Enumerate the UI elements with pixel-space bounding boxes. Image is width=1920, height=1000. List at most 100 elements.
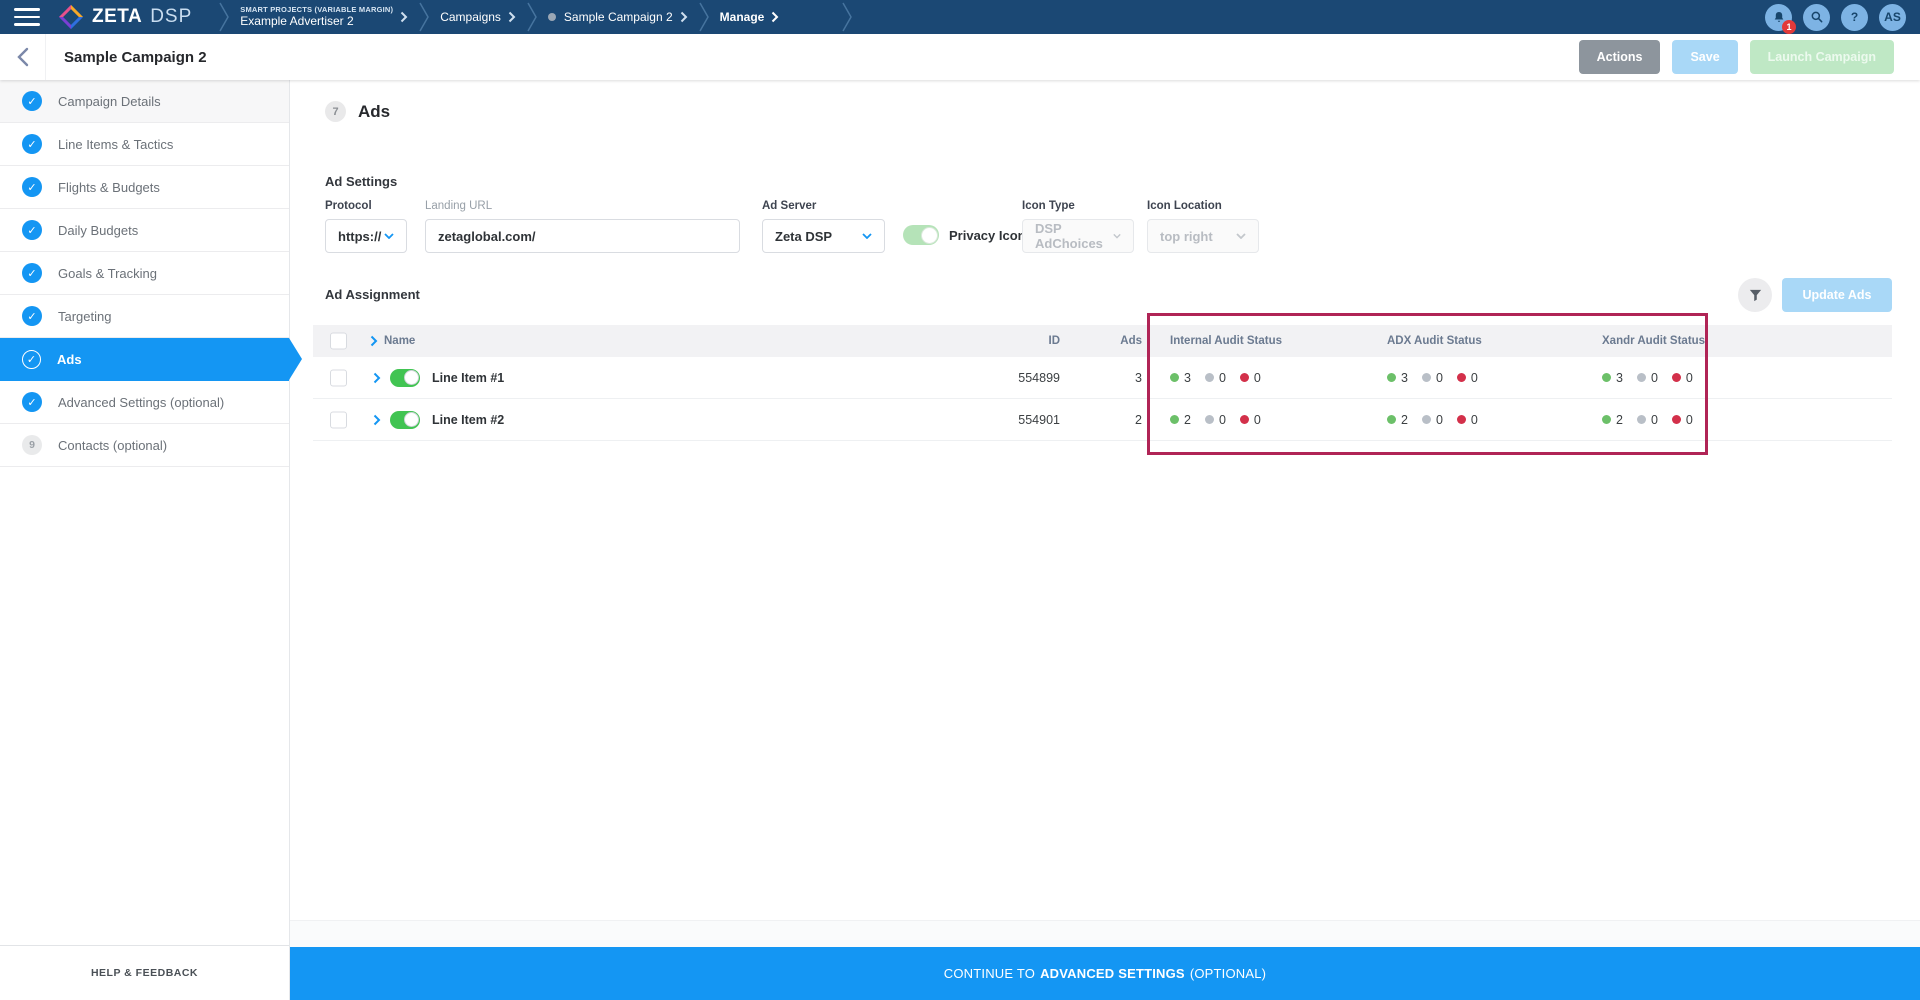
search-icon — [1810, 10, 1824, 24]
zeta-dsp-logo[interactable]: ZETA DSP — [58, 4, 192, 30]
user-avatar[interactable]: AS — [1879, 4, 1906, 31]
sidebar-item-flights-budgets[interactable]: ✓ Flights & Budgets — [0, 166, 289, 209]
breadcrumb-manage[interactable]: Manage — [720, 10, 780, 24]
actions-button[interactable]: Actions — [1579, 40, 1661, 74]
sidebar-item-targeting[interactable]: ✓ Targeting — [0, 295, 289, 338]
sidebar-item-label: Line Items & Tactics — [58, 137, 173, 152]
adx-audit-status: 2 0 0 — [1387, 413, 1478, 427]
zeta-diamond-icon — [58, 4, 84, 30]
approved-count: 3 — [1401, 371, 1408, 385]
in-review-dot-icon — [1205, 415, 1214, 424]
expand-all-icon[interactable] — [370, 335, 378, 347]
save-button[interactable]: Save — [1672, 40, 1737, 74]
notification-badge: 1 — [1782, 20, 1796, 34]
breadcrumb-advertiser[interactable]: SMART PROJECTS (VARIABLE MARGIN) Example… — [240, 5, 408, 28]
breadcrumb-campaigns[interactable]: Campaigns — [440, 10, 516, 24]
step-check-icon: ✓ — [22, 263, 42, 283]
rejected-dot-icon — [1672, 373, 1681, 382]
rejected-count: 0 — [1686, 371, 1693, 385]
select-all-checkbox[interactable] — [330, 333, 347, 350]
sidebar-item-daily-budgets[interactable]: ✓ Daily Budgets — [0, 209, 289, 252]
approved-count: 2 — [1616, 413, 1623, 427]
internal-audit-status: 2 0 0 — [1170, 413, 1261, 427]
line-item-name[interactable]: Line Item #1 — [432, 371, 504, 385]
sidebar-item-label: Targeting — [58, 309, 111, 324]
help-button[interactable]: ? — [1841, 4, 1868, 31]
sidebar-item-contacts[interactable]: 9 Contacts (optional) — [0, 424, 289, 467]
table-row-line-item-1: Line Item #1 554899 3 3 0 0 3 0 0 — [313, 357, 1892, 399]
approved-count: 2 — [1184, 413, 1191, 427]
line-item-enabled-toggle[interactable] — [390, 411, 420, 429]
column-header-internal-audit[interactable]: Internal Audit Status — [1170, 335, 1282, 347]
step-check-icon: ✓ — [22, 392, 42, 412]
chevron-right-icon — [400, 11, 408, 23]
update-ads-button[interactable]: Update Ads — [1782, 278, 1892, 312]
app-window: ZETA DSP SMART PROJECTS (VARIABLE MARGIN… — [0, 0, 1920, 1000]
icon-type-select: DSP AdChoices — [1022, 219, 1134, 253]
line-item-name[interactable]: Line Item #2 — [432, 413, 504, 427]
icon-location-value: top right — [1160, 229, 1213, 244]
breadcrumb-campaigns-label: Campaigns — [440, 10, 501, 24]
rejected-count: 0 — [1471, 371, 1478, 385]
ad-settings-section-label: Ad Settings — [325, 174, 397, 189]
filter-button[interactable] — [1738, 278, 1772, 312]
protocol-field: Protocol https:// — [325, 200, 407, 253]
in-review-count: 0 — [1651, 413, 1658, 427]
protocol-value: https:// — [338, 229, 381, 244]
landing-url-input[interactable] — [425, 219, 740, 253]
column-header-adx-audit[interactable]: ADX Audit Status — [1387, 335, 1482, 347]
step-check-icon: ✓ — [22, 91, 42, 111]
column-header-name[interactable]: Name — [384, 335, 415, 347]
breadcrumb-campaign[interactable]: Sample Campaign 2 — [548, 10, 688, 24]
sidebar-item-line-items-tactics[interactable]: ✓ Line Items & Tactics — [0, 123, 289, 166]
rejected-count: 0 — [1686, 413, 1693, 427]
line-item-enabled-toggle[interactable] — [390, 369, 420, 387]
approved-dot-icon — [1602, 415, 1611, 424]
continue-prefix: CONTINUE TO — [944, 966, 1035, 981]
in-review-dot-icon — [1637, 415, 1646, 424]
icon-location-select: top right — [1147, 219, 1259, 253]
in-review-count: 0 — [1219, 413, 1226, 427]
breadcrumb-separator-icon — [841, 0, 853, 34]
row-expand-icon[interactable] — [373, 372, 381, 384]
sidebar-item-label: Goals & Tracking — [58, 266, 157, 281]
adx-audit-status: 3 0 0 — [1387, 371, 1478, 385]
step-title: Ads — [358, 102, 390, 122]
column-header-xandr-audit[interactable]: Xandr Audit Status — [1602, 335, 1705, 347]
sidebar-item-goals-tracking[interactable]: ✓ Goals & Tracking — [0, 252, 289, 295]
approved-dot-icon — [1387, 415, 1396, 424]
question-mark-icon: ? — [1851, 10, 1858, 24]
chevron-down-icon — [1113, 233, 1121, 239]
hamburger-menu-icon[interactable] — [14, 8, 40, 26]
continue-suffix: (OPTIONAL) — [1190, 966, 1266, 981]
sidebar-item-campaign-details[interactable]: ✓ Campaign Details — [0, 80, 289, 123]
back-button[interactable] — [0, 34, 46, 80]
sidebar-item-label: Contacts (optional) — [58, 438, 167, 453]
campaign-steps-sidebar: ✓ Campaign Details ✓ Line Items & Tactic… — [0, 80, 290, 1000]
line-item-ads-count: 2 — [1022, 413, 1142, 427]
column-header-ads[interactable]: Ads — [1022, 335, 1142, 347]
sidebar-item-ads[interactable]: ✓ Ads — [0, 338, 289, 381]
approved-dot-icon — [1170, 373, 1179, 382]
xandr-audit-status: 3 0 0 — [1602, 371, 1693, 385]
chevron-right-icon — [680, 11, 688, 23]
row-expand-icon[interactable] — [373, 414, 381, 426]
landing-url-label: Landing URL — [425, 200, 740, 212]
line-item-ads-count: 3 — [1022, 371, 1142, 385]
ad-server-select[interactable]: Zeta DSP — [762, 219, 885, 253]
row-checkbox[interactable] — [330, 411, 347, 428]
rejected-dot-icon — [1240, 373, 1249, 382]
chevron-right-icon — [771, 11, 779, 23]
privacy-icon-toggle[interactable] — [903, 225, 939, 245]
notifications-button[interactable]: 1 — [1765, 4, 1792, 31]
continue-button[interactable]: CONTINUE TO ADVANCED SETTINGS (OPTIONAL) — [290, 947, 1920, 1000]
sidebar-item-label: Advanced Settings (optional) — [58, 395, 224, 410]
launch-campaign-button[interactable]: Launch Campaign — [1750, 40, 1894, 74]
in-review-dot-icon — [1637, 373, 1646, 382]
row-checkbox[interactable] — [330, 369, 347, 386]
content-bottom-strip — [290, 920, 1920, 947]
sidebar-item-advanced-settings[interactable]: ✓ Advanced Settings (optional) — [0, 381, 289, 424]
protocol-select[interactable]: https:// — [325, 219, 407, 253]
help-feedback-button[interactable]: HELP & FEEDBACK — [0, 945, 289, 1000]
search-button[interactable] — [1803, 4, 1830, 31]
